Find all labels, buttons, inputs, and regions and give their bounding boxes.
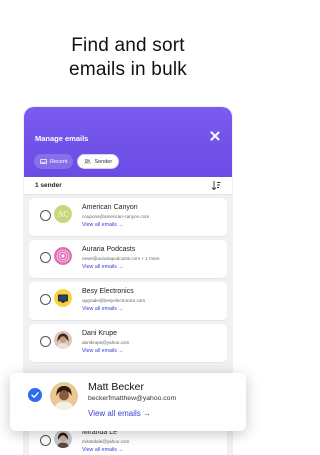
select-radio[interactable] [40,336,51,347]
tab-recent[interactable]: Recent [34,154,74,169]
headline: Find and sort emails in bulk [0,34,256,82]
inbox-icon [40,159,47,164]
sender-email: news@aurariapodcasts.com + 1 more [82,255,160,261]
sender-name: Dani Krupe [82,330,118,337]
checkmark-icon [31,392,39,398]
close-icon[interactable] [208,129,222,143]
view-all-emails-link[interactable]: View all emails → [82,447,124,453]
sender-email: coupons@american-canyon.com [82,213,150,219]
select-radio[interactable] [40,294,51,305]
sender-name: American Canyon [82,204,138,211]
people-icon [84,159,92,164]
tab-sender[interactable]: Sender [77,154,120,169]
sender-name: Auraria Podcasts [82,246,136,253]
view-all-emails-link[interactable]: View all emails → [82,306,124,312]
select-radio[interactable] [40,252,51,263]
tab-sender-label: Sender [94,158,113,165]
sender-name: Besy Electronics [82,288,134,295]
svg-text:AC: AC [57,210,68,219]
selected-sender-card[interactable]: Matt Becker beckerfmatthew@yahoo.com Vie… [10,373,246,431]
sender-row[interactable]: Dani Krupe danikrupe@yahoo.com View all … [29,324,227,362]
avatar [50,382,78,410]
featured-sender-name: Matt Becker [88,381,145,393]
selected-checkbox[interactable] [28,388,42,402]
tab-recent-label: Recent [50,158,68,165]
sender-logo [54,247,72,265]
view-tabs: Recent Sender [34,154,120,169]
sender-email: mirandale@yahoo.com [82,438,130,444]
sender-logo [54,289,72,307]
featured-sender-email: beckerfmatthew@yahoo.com [88,395,177,402]
headline-line-1: Find and sort [71,35,185,56]
sender-email: danikrupe@yahoo.com [82,339,130,345]
select-radio[interactable] [40,210,51,221]
view-all-emails-link[interactable]: View all emails → [82,264,124,270]
sender-row[interactable]: Auraria Podcasts news@aurariapodcasts.co… [29,240,227,278]
sort-icon[interactable] [211,180,221,191]
headline-line-2: emails in bulk [69,59,187,80]
sender-count: 1 sender [35,182,62,189]
sender-row[interactable]: AC American Canyon coupons@american-cany… [29,198,227,236]
sender-row[interactable]: Besy Electronics upgrade@besyelectronics… [29,282,227,320]
selection-bar: 1 sender [24,177,232,195]
view-all-emails-link[interactable]: View all emails → [88,409,151,418]
avatar [54,331,72,349]
avatar [54,430,72,448]
select-radio[interactable] [40,435,51,446]
sender-logo: AC [54,205,72,223]
view-all-emails-link[interactable]: View all emails → [82,222,124,228]
view-all-emails-link[interactable]: View all emails → [82,348,124,354]
header-title: Manage emails [35,134,89,143]
sender-email: upgrade@besyelectronics.com [82,297,146,303]
manage-emails-header: Manage emails Recent Sender [24,107,232,177]
